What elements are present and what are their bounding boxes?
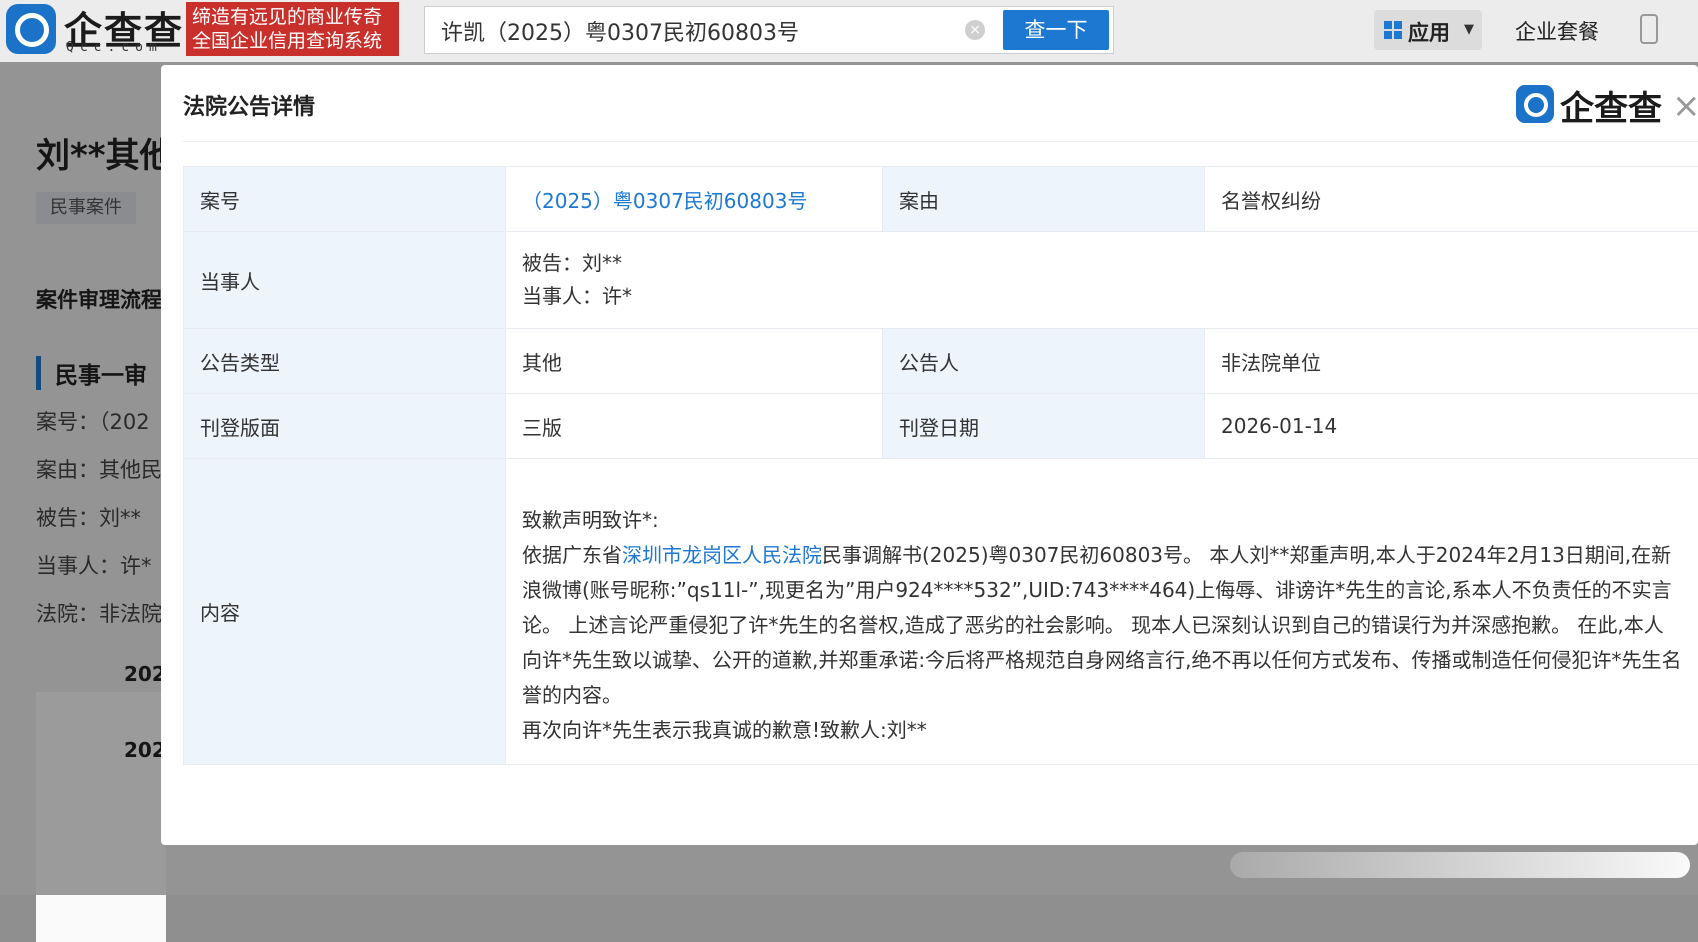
table-row: 刊登版面 三版 刊登日期 2026-01-14 xyxy=(184,394,1698,459)
cause-value: 名誉权纠纷 xyxy=(1205,167,1698,232)
grid-apps-icon xyxy=(1384,21,1402,39)
close-icon[interactable]: × xyxy=(1672,89,1698,123)
apps-menu-label: 应用 xyxy=(1408,17,1450,47)
slogan-line-1: 缔造有远见的商业传奇 xyxy=(192,5,393,29)
publish-date-value: 2026-01-14 xyxy=(1205,394,1698,459)
mobile-phone-icon[interactable] xyxy=(1640,14,1658,44)
announcement-type-value: 其他 xyxy=(506,329,883,394)
publish-page-value: 三版 xyxy=(506,394,883,459)
announcer-label: 公告人 xyxy=(883,329,1205,394)
modal-logo-text: 企查查 xyxy=(1560,81,1662,130)
announcement-type-label: 公告类型 xyxy=(184,329,506,394)
case-no-value: （2025）粤0307民初60803号 xyxy=(506,167,883,232)
table-row: 内容 致歉声明致许*: 依据广东省深圳市龙岗区人民法院民事调解书(2025)粤0… xyxy=(184,459,1698,765)
announcement-detail-modal: 法院公告详情 企查查 × 案号 （2025）粤0307民初60803号 案由 名… xyxy=(161,65,1698,845)
announcement-detail-table: 案号 （2025）粤0307民初60803号 案由 名誉权纠纷 当事人 被告：刘… xyxy=(183,166,1698,765)
cause-label: 案由 xyxy=(883,167,1205,232)
court-link[interactable]: 深圳市龙岗区人民法院 xyxy=(622,543,822,567)
publish-date-label: 刊登日期 xyxy=(883,394,1205,459)
content-value: 致歉声明致许*: 依据广东省深圳市龙岗区人民法院民事调解书(2025)粤0307… xyxy=(506,459,1698,765)
content-label: 内容 xyxy=(184,459,506,765)
content-text: 民事调解书(2025)粤0307民初60803号。 本人刘**郑重声明,本人于2… xyxy=(522,543,1681,707)
caret-down-icon: ▼ xyxy=(1464,22,1474,37)
site-logo-domain: Qcc.com xyxy=(66,40,163,55)
search-button[interactable]: 查一下 xyxy=(1003,10,1109,50)
modal-title: 法院公告详情 xyxy=(183,89,315,121)
horizontal-scrollbar[interactable] xyxy=(1230,852,1690,878)
table-row: 当事人 被告：刘** 当事人：许* xyxy=(184,232,1698,329)
qcc-logo-icon xyxy=(1516,85,1554,123)
case-no-link[interactable]: （2025）粤0307民初60803号 xyxy=(522,189,807,213)
party-label: 当事人 xyxy=(184,232,506,329)
qcc-logo-icon[interactable] xyxy=(6,4,56,54)
search-input[interactable] xyxy=(439,15,963,47)
slogan-line-2: 全国企业信用查询系统 xyxy=(192,29,393,53)
content-heading: 致歉声明致许*: xyxy=(522,503,1682,538)
party-person-value: 当事人：许* xyxy=(522,280,1682,313)
table-row: 案号 （2025）粤0307民初60803号 案由 名誉权纠纷 xyxy=(184,167,1698,232)
enterprise-package-link[interactable]: 企业套餐 xyxy=(1515,16,1599,46)
clear-search-icon[interactable]: × xyxy=(965,20,985,40)
header-divider xyxy=(183,141,1698,142)
publish-page-label: 刊登版面 xyxy=(184,394,506,459)
defendant-value: 被告：刘** xyxy=(522,247,1682,280)
slogan-banner: 缔造有远见的商业传奇 全国企业信用查询系统 xyxy=(186,2,399,56)
case-no-label: 案号 xyxy=(184,167,506,232)
table-row: 公告类型 其他 公告人 非法院单位 xyxy=(184,329,1698,394)
content-closing: 再次向许*先生表示我真诚的歉意!致歉人:刘** xyxy=(522,713,1682,748)
party-value: 被告：刘** 当事人：许* xyxy=(506,232,1698,329)
content-text: 依据广东省 xyxy=(522,543,622,567)
announcer-value: 非法院单位 xyxy=(1205,329,1698,394)
top-nav-bar: 企查查 Qcc.com 缔造有远见的商业传奇 全国企业信用查询系统 × 查一下 … xyxy=(0,0,1698,62)
apps-menu-button[interactable]: 应用 ▼ xyxy=(1374,10,1482,50)
content-paragraph: 依据广东省深圳市龙岗区人民法院民事调解书(2025)粤0307民初60803号。… xyxy=(522,538,1682,713)
